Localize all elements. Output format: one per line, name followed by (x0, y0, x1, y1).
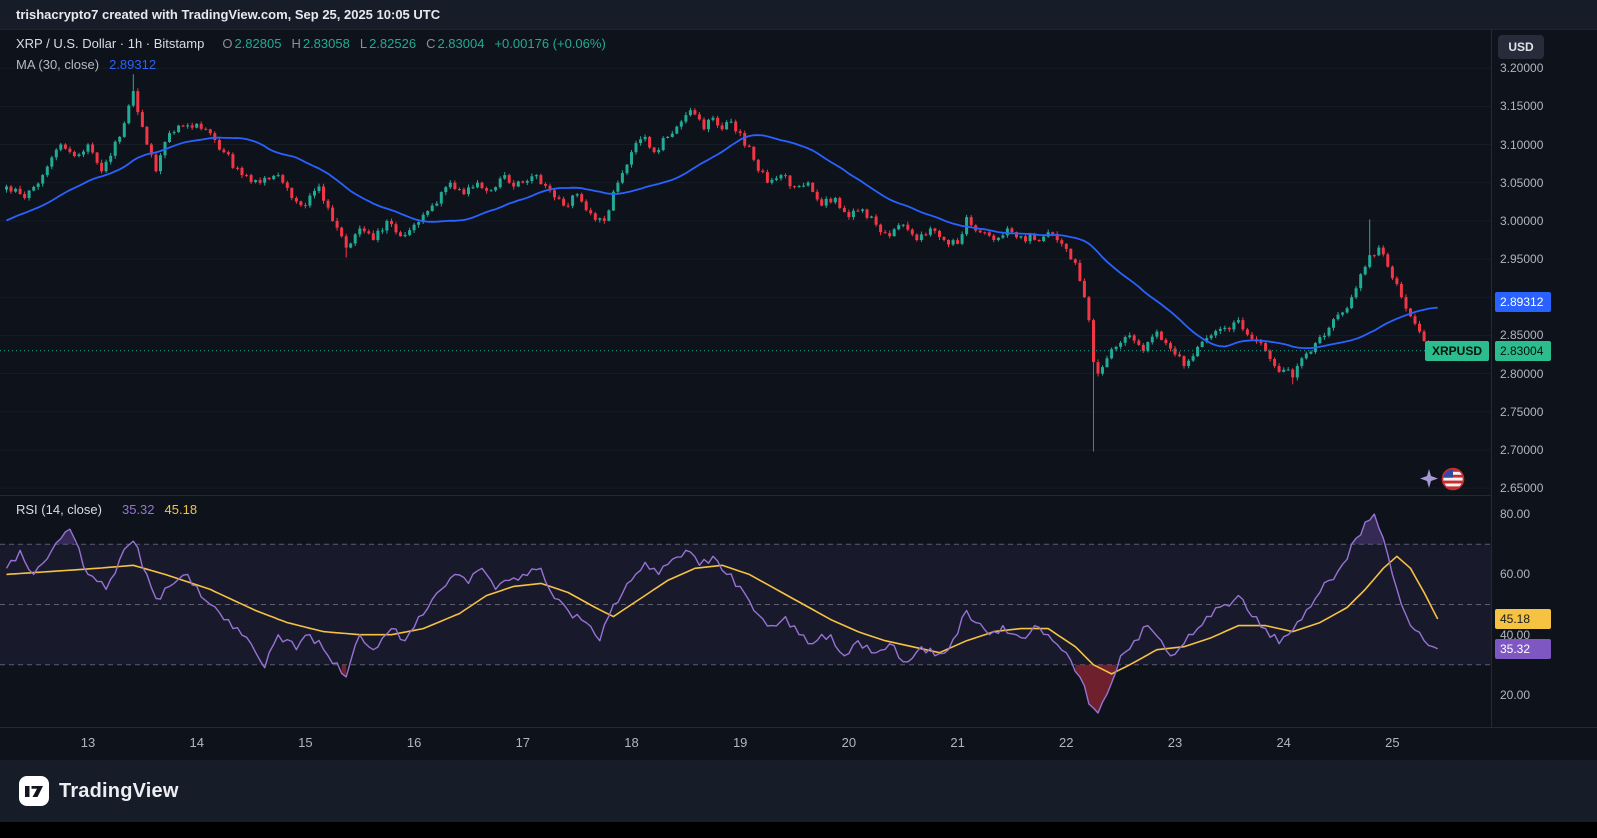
footer: TradingView (0, 760, 1597, 822)
price-axis-label: 2.65000 (1500, 480, 1543, 496)
watermark-credit-text: trishacrypto7 created with TradingView.c… (16, 7, 440, 22)
last-price-badge: 2.83004 (1495, 341, 1551, 361)
bottom-strip (0, 822, 1597, 838)
symbol-price-tag: XRPUSD (1425, 341, 1489, 361)
chart-watermark-icon (1420, 466, 1466, 494)
rsi-ma-value: 45.18 (165, 502, 198, 517)
time-axis-label: 16 (394, 735, 434, 750)
time-axis-label: 18 (612, 735, 652, 750)
topbar: trishacrypto7 created with TradingView.c… (0, 0, 1597, 30)
rsi-pane[interactable]: RSI (14, close) 35.32 45.18 (0, 496, 1491, 726)
ma-legend-value: 2.89312 (109, 57, 156, 72)
sparkle-icon (1420, 469, 1438, 488)
currency-button[interactable]: USD (1498, 35, 1544, 59)
tradingview-logo[interactable]: TradingView (18, 775, 179, 807)
rsi-value-badge: 35.32 (1495, 639, 1551, 659)
price-axis-label: 3.10000 (1500, 137, 1543, 153)
rsi-legend-label: RSI (14, close) (16, 502, 102, 517)
low-label: L (360, 36, 367, 51)
time-axis-label: 22 (1046, 735, 1086, 750)
time-axis-label: 23 (1155, 735, 1195, 750)
ma-price-badge: 2.89312 (1495, 292, 1551, 312)
price-axis-label: 3.05000 (1500, 175, 1543, 191)
tradingview-logo-icon (18, 775, 50, 807)
tradingview-brand-text: TradingView (59, 780, 179, 803)
close-label: C (426, 36, 435, 51)
time-axis-label: 19 (720, 735, 760, 750)
rsi-chart[interactable] (0, 496, 1491, 726)
rsi-legend: RSI (14, close) 35.32 45.18 (16, 502, 197, 517)
price-axis-label: 3.15000 (1500, 98, 1543, 114)
time-axis-label: 15 (285, 735, 325, 750)
time-axis-label: 21 (938, 735, 978, 750)
rsi-axis-label: 80.00 (1500, 506, 1530, 522)
close-value: 2.83004 (437, 36, 484, 51)
price-axis-label: 2.80000 (1500, 366, 1543, 382)
time-axis-label: 25 (1372, 735, 1412, 750)
time-axis-label: 20 (829, 735, 869, 750)
ma-legend-label: MA (30, close) (16, 57, 99, 72)
high-value: 2.83058 (303, 36, 350, 51)
price-axis[interactable]: USD 3.20000 3.15000 3.10000 3.05000 3.00000 2… (1491, 30, 1597, 727)
rsi-ma-badge: 45.18 (1495, 609, 1551, 629)
symbol-title: XRP / U.S. Dollar · 1h · Bitstamp (16, 36, 204, 51)
change-value: +0.00176 (+0.06%) (494, 36, 605, 51)
open-value: 2.82805 (234, 36, 281, 51)
time-axis-label: 14 (177, 735, 217, 750)
price-pane[interactable]: XRP / U.S. Dollar · 1h · Bitstamp O 2.82… (0, 30, 1491, 495)
tradingview-chart-app: trishacrypto7 created with TradingView.c… (0, 0, 1597, 838)
chart-area[interactable]: XRP / U.S. Dollar · 1h · Bitstamp O 2.82… (0, 30, 1491, 727)
rsi-axis-label: 20.00 (1500, 687, 1530, 703)
time-axis-label: 17 (503, 735, 543, 750)
rsi-value: 35.32 (122, 502, 155, 517)
price-axis-label: 2.75000 (1500, 404, 1543, 420)
symbol-legend: XRP / U.S. Dollar · 1h · Bitstamp O 2.82… (16, 36, 606, 51)
price-axis-label: 2.95000 (1500, 251, 1543, 267)
price-axis-label: 3.00000 (1500, 213, 1543, 229)
time-axis[interactable]: 13 14 15 16 17 18 19 20 21 22 23 24 25 (0, 727, 1597, 760)
time-axis-label: 13 (68, 735, 108, 750)
rsi-axis-label: 60.00 (1500, 566, 1530, 582)
price-axis-label: 2.70000 (1500, 442, 1543, 458)
low-value: 2.82526 (369, 36, 416, 51)
time-axis-label: 24 (1264, 735, 1304, 750)
ma-legend: MA (30, close) 2.89312 (16, 57, 156, 72)
open-label: O (222, 36, 232, 51)
price-axis-label: 3.20000 (1500, 60, 1543, 76)
high-label: H (291, 36, 300, 51)
us-flag-icon (1442, 468, 1464, 490)
candlestick-chart[interactable] (0, 30, 1491, 495)
